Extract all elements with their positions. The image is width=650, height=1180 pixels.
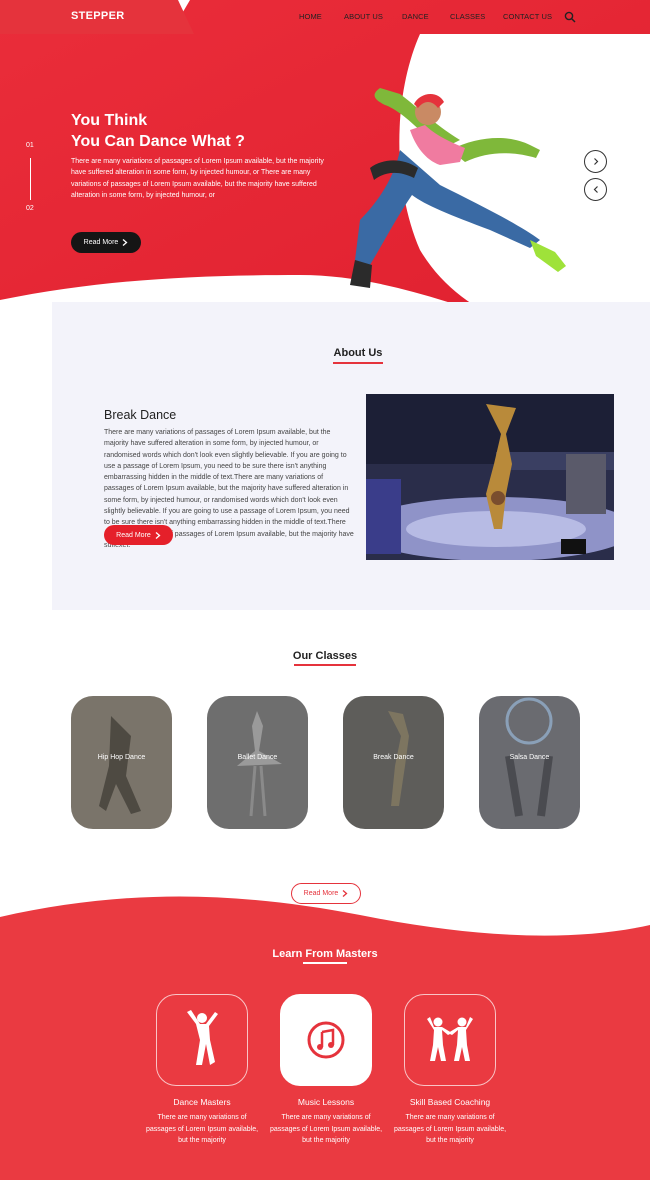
chevron-left-icon [593,186,598,193]
chevron-right-icon [593,158,598,165]
hero-wave-overlay [0,270,650,350]
coaching-icon [427,1017,473,1061]
classes-section-title: Our Classes [292,650,358,662]
nav-contact-us[interactable]: CONTACT US [503,12,565,21]
music-lessons-text: There are many variations of passages of… [269,1114,383,1144]
class-label-break: Break Dance [373,754,414,761]
nav-about-us[interactable]: ABOUT US [344,12,402,21]
salsa-photo [479,696,580,829]
slide-number-2[interactable]: 02 [26,205,34,212]
search-icon[interactable] [564,11,576,23]
hero-read-more-button[interactable]: Read More [71,232,141,253]
hero-title-line-2: You Can Dance What ? [71,133,245,150]
about-heading: Break Dance [104,408,177,422]
main-nav: HOME ABOUT US DANCE CLASSES CONTACT US [299,12,565,21]
skill-coaching-title: Skill Based Coaching [409,1097,491,1107]
class-card-salsa[interactable]: Salsa Dance [479,696,580,829]
ballet-photo [207,696,308,829]
dance-masters-text: There are many variations of passages of… [145,1114,259,1144]
chevron-right-icon [122,239,128,246]
next-slide-button[interactable] [584,150,607,173]
hero-read-more-label: Read More [83,239,119,246]
hero-title: You Think You Can Dance What ? [71,110,331,152]
class-card-break[interactable]: Break Dance [343,696,444,829]
about-read-more-button[interactable]: Read More [104,525,173,545]
break-dance-thumb [343,696,444,829]
chevron-right-icon [155,531,161,539]
nav-dance[interactable]: DANCE [402,12,450,21]
about-title-underline [333,362,383,364]
class-card-ballet[interactable]: Ballet Dance [207,696,308,829]
hip-hop-photo [71,696,172,829]
about-section-title: About Us [333,347,383,359]
classes-read-more-button[interactable]: Read More [291,883,361,904]
skill-coaching-text: There are many variations of passages of… [393,1114,507,1144]
class-card-hip-hop[interactable]: Hip Hop Dance [71,696,172,829]
nav-classes[interactable]: CLASSES [450,12,503,21]
skill-coaching-card[interactable] [404,994,496,1086]
dancer-icon [187,1010,218,1065]
masters-section-title: Learn From Masters [272,948,378,960]
chevron-right-icon [342,890,348,897]
hero-description: There are many variations of passages of… [71,158,324,199]
site-header: STEPPER HOME ABOUT US DANCE CLASSES CONT… [0,0,650,34]
class-label-hip-hop: Hip Hop Dance [97,754,146,761]
masters-title-underline [303,962,347,964]
nav-home[interactable]: HOME [299,12,344,21]
dance-masters-card[interactable] [156,994,248,1086]
class-label-salsa: Salsa Dance [509,754,550,761]
break-dance-photo [366,394,614,560]
slide-indicator-line [30,158,31,200]
class-label-ballet: Ballet Dance [237,754,278,761]
slide-number-1[interactable]: 01 [26,142,34,149]
dance-masters-title: Dance Masters [173,1097,231,1107]
music-lessons-card[interactable] [280,994,372,1086]
prev-slide-button[interactable] [584,178,607,201]
classes-read-more-label: Read More [303,890,339,897]
classes-title-underline [294,664,356,666]
site-logo[interactable]: STEPPER [71,10,124,22]
music-lessons-title: Music Lessons [297,1097,355,1107]
about-read-more-label: Read More [116,531,151,539]
music-note-icon [307,1021,345,1059]
hero-title-line-1: You Think [71,112,148,129]
